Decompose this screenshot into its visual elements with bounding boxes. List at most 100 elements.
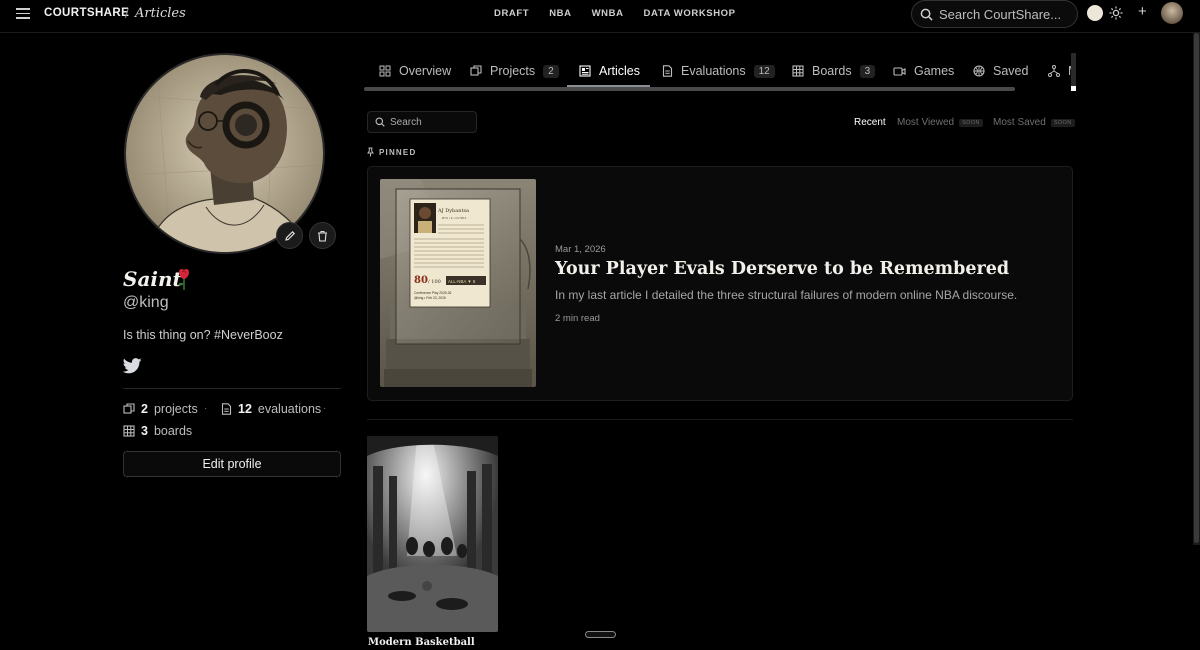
player-card-footer-2: @king • Feb 23, 2026 — [414, 296, 446, 300]
nav-wnba[interactable]: WNBA — [592, 8, 624, 19]
stat-dot: · — [323, 403, 327, 414]
video-camera-icon — [893, 66, 906, 76]
sort-most-saved[interactable]: Most Saved SOON — [993, 117, 1075, 128]
edit-avatar-button[interactable] — [276, 222, 303, 249]
user-avatar[interactable] — [1161, 2, 1183, 24]
document-icon — [221, 403, 232, 415]
pencil-icon — [284, 230, 295, 241]
trash-icon — [318, 230, 327, 242]
sort-recent[interactable]: Recent — [854, 117, 886, 128]
pin-icon — [367, 147, 374, 157]
brand-logo[interactable]: COURTSHARE — [44, 7, 129, 19]
theme-toggle-dot[interactable] — [1087, 5, 1103, 21]
player-card-tier: ALL-NBA ▼ 8 — [448, 279, 476, 284]
stat-boards-count: 3 — [141, 424, 148, 438]
stat-evaluations[interactable]: 12 evaluations — [221, 402, 321, 416]
tab-games-label: Games — [914, 64, 955, 78]
player-card-score: 80 — [414, 275, 428, 286]
profile-handle: @king — [123, 294, 169, 311]
newspaper-icon — [579, 65, 591, 77]
sort-most-viewed-label: Most Viewed — [897, 117, 955, 128]
tab-evaluations-label: Evaluations — [681, 64, 746, 78]
grid-icon — [123, 425, 135, 437]
projects-icon — [470, 65, 482, 76]
player-card-meta: BYU • F • CV 98.2 — [442, 216, 467, 220]
articles-divider — [367, 419, 1073, 420]
tab-projects-label: Projects — [490, 64, 536, 78]
article-thumbnail[interactable] — [367, 436, 498, 632]
create-plus-button[interactable]: + — [1138, 3, 1147, 20]
pinned-label: PINNED — [379, 147, 417, 157]
player-card-footer-1: Conference Play 2025-26 — [414, 291, 452, 295]
tab-boards[interactable]: Boards 3 — [792, 57, 876, 85]
tabs-horizontal-scrollbar[interactable] — [364, 87, 1015, 91]
projects-icon — [123, 403, 135, 414]
article-search-input[interactable] — [390, 116, 470, 128]
tabs-vertical-scrollbar[interactable] — [1071, 53, 1076, 91]
stat-boards[interactable]: 3 boards — [123, 424, 192, 438]
tab-overview[interactable]: Overview — [379, 57, 451, 85]
tab-evaluations-count: 12 — [753, 64, 775, 78]
tab-overview-label: Overview — [399, 64, 452, 78]
nav-nba[interactable]: NBA — [549, 8, 571, 19]
tab-saved[interactable]: Saved — [973, 57, 1028, 85]
profile-divider — [123, 388, 341, 389]
basketball-icon — [973, 65, 985, 77]
breadcrumb-current: Articles — [135, 6, 186, 21]
nav-draft[interactable]: DRAFT — [494, 8, 529, 19]
pinned-article-thumbnail[interactable]: AJ Dybantsa BYU • F • CV 98.2 80 / 100 A… — [380, 179, 536, 387]
rose-emoji-icon — [178, 268, 189, 290]
tab-saved-label: Saved — [993, 64, 1029, 78]
sort-recent-label: Recent — [854, 117, 886, 128]
article-title[interactable]: Modern Basketball — [368, 637, 475, 648]
tab-projects-count: 2 — [543, 64, 559, 78]
profile-tabs: Overview Projects 2 Articles Evaluations… — [364, 57, 1076, 87]
sort-most-saved-label: Most Saved — [993, 117, 1046, 128]
stat-projects[interactable]: 2 projects — [123, 402, 198, 416]
stat-evaluations-label: evaluations — [257, 402, 322, 416]
player-card-name: AJ Dybantsa — [437, 208, 469, 214]
grid-icon — [792, 65, 804, 77]
breadcrumb-separator: / — [125, 6, 129, 21]
page-scrollbar[interactable] — [1193, 33, 1200, 545]
profile-name: Saint — [123, 267, 182, 291]
delete-avatar-button[interactable] — [309, 222, 336, 249]
pinned-article-excerpt: In my last article I detailed the three … — [555, 288, 1018, 302]
overview-icon — [379, 65, 391, 77]
player-card-score-total: / 100 — [428, 279, 441, 285]
tab-projects[interactable]: Projects 2 — [470, 57, 559, 85]
global-search-input[interactable] — [939, 6, 1064, 22]
pinned-article-date: Mar 1, 2026 — [555, 244, 606, 255]
global-search[interactable] — [911, 0, 1078, 28]
top-nav: DRAFT NBA WNBA DATA WORKSHOP — [494, 8, 756, 19]
pinned-article-title[interactable]: Your Player Evals Derserve to be Remembe… — [555, 259, 1009, 279]
stat-projects-label: projects — [153, 402, 198, 416]
pinned-section-label: PINNED — [367, 147, 416, 157]
search-icon — [375, 117, 385, 127]
edit-profile-button[interactable]: Edit profile — [123, 451, 341, 477]
tab-games[interactable]: Games — [893, 57, 954, 85]
stat-evaluations-count: 12 — [238, 402, 252, 416]
article-search[interactable] — [367, 111, 477, 133]
search-icon — [920, 8, 933, 21]
document-icon — [662, 65, 673, 77]
top-bar: COURTSHARE / Articles DRAFT NBA WNBA DAT… — [0, 0, 1200, 33]
profile-bio: Is this thing on? #NeverBooz — [123, 328, 283, 342]
nav-data-workshop[interactable]: DATA WORKSHOP — [644, 8, 736, 19]
pinned-article-read-time: 2 min read — [555, 313, 600, 324]
soon-badge: SOON — [959, 118, 983, 127]
network-icon — [1048, 65, 1060, 77]
sun-icon[interactable] — [1109, 6, 1123, 20]
soon-badge: SOON — [1050, 118, 1075, 127]
sort-most-viewed[interactable]: Most Viewed SOON — [897, 117, 983, 128]
stat-boards-label: boards — [153, 424, 193, 438]
hamburger-menu-icon[interactable] — [16, 8, 30, 20]
twitter-icon[interactable] — [123, 358, 142, 374]
scroll-indicator-pill[interactable] — [585, 631, 616, 638]
tab-articles[interactable]: Articles — [579, 57, 640, 85]
stat-dot: · — [204, 403, 208, 414]
tab-boards-count: 3 — [859, 64, 876, 78]
tab-boards-label: Boards — [812, 64, 852, 78]
stat-projects-count: 2 — [141, 402, 148, 416]
tab-evaluations[interactable]: Evaluations 12 — [662, 57, 775, 85]
